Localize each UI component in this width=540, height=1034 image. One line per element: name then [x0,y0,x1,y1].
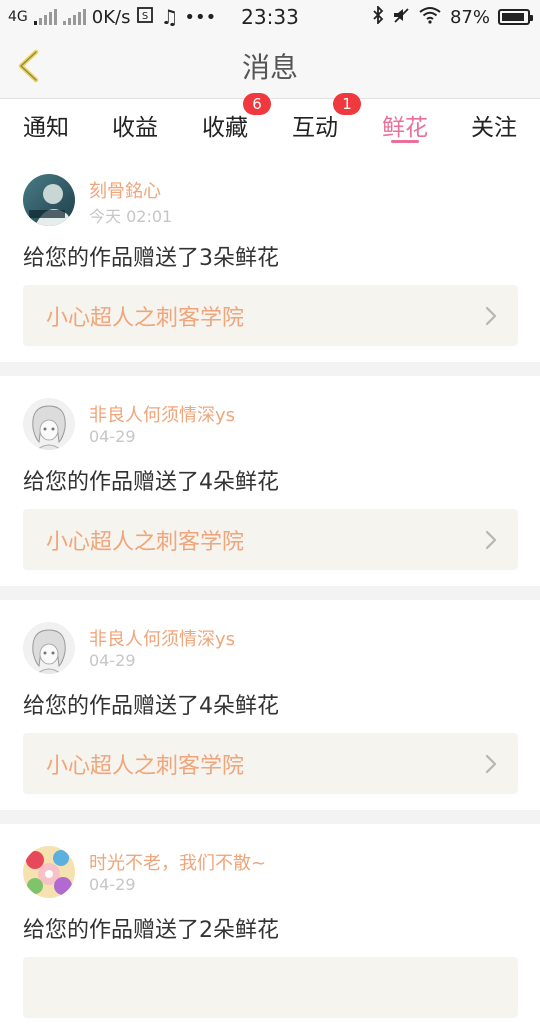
avatar-sketch-girl-icon [23,398,75,450]
tab-label: 收益 [112,115,158,141]
work-link[interactable]: 小心超人之刺客学院 [23,285,518,346]
divider [0,362,540,376]
avatar-colorful-icon [23,846,75,898]
message-time: 04-29 [89,875,136,894]
message-text: 给您的作品赠送了4朵鲜花 [23,470,279,495]
avatar-photo-icon [23,174,75,226]
work-title: 小心超人之刺客学院 [46,305,245,331]
interactions-count-badge: 1 [333,93,361,115]
wifi-icon [418,6,442,29]
list-item: 时光不老，我们不散~ 04-29 给您的作品赠送了2朵鲜花 [0,824,540,1034]
tab-flowers[interactable]: 鲜花 [365,99,445,151]
active-tab-indicator [391,140,419,143]
work-link[interactable] [23,957,518,1018]
work-title: 小心超人之刺客学院 [46,753,245,779]
message-text: 给您的作品赠送了4朵鲜花 [23,694,279,719]
favorites-count-badge: 6 [243,93,271,115]
list-item: 非良人何须情深ys 04-29 给您的作品赠送了4朵鲜花 小心超人之刺客学院 [0,600,540,810]
message-time: 今天 02:01 [89,207,173,226]
mute-icon [392,6,410,29]
avatar[interactable] [23,398,75,450]
status-right: 87% [372,0,533,34]
status-bar: 4G 0K/s S ♫ ••• 23:33 87% [0,0,540,34]
user-name[interactable]: 刻骨銘心 [89,177,161,203]
top-bar: 消息 [0,34,540,99]
bluetooth-icon [372,4,384,29]
work-link[interactable]: 小心超人之刺客学院 [23,509,518,570]
tab-favorites[interactable]: 收藏 6 [185,93,271,151]
avatar[interactable] [23,622,75,674]
message-text: 给您的作品赠送了2朵鲜花 [23,918,279,943]
battery-percent: 87% [449,6,490,28]
tab-label: 收藏 [202,115,248,141]
tab-following[interactable]: 关注 [454,99,534,151]
divider [0,810,540,824]
divider [0,586,540,600]
tab-label: 关注 [471,115,517,141]
tab-label: 鲜花 [382,115,428,141]
list-item: 刻骨銘心 今天 02:01 给您的作品赠送了3朵鲜花 小心超人之刺客学院 [0,152,540,362]
flower-message-list: 刻骨銘心 今天 02:01 给您的作品赠送了3朵鲜花 小心超人之刺客学院 非良人… [0,152,540,1034]
avatar-sketch-girl-icon [23,622,75,674]
user-name[interactable]: 非良人何须情深ys [89,401,235,427]
message-text: 给您的作品赠送了3朵鲜花 [23,246,279,271]
message-time: 04-29 [89,427,136,446]
list-item: 非良人何须情深ys 04-29 给您的作品赠送了4朵鲜花 小心超人之刺客学院 [0,376,540,586]
page-title: 消息 [241,51,298,84]
chevron-right-icon [485,754,497,774]
chevron-right-icon [485,530,497,550]
tab-bar: 通知 收益 收藏 6 互动 1 鲜花 关注 [0,93,540,151]
user-name[interactable]: 非良人何须情深ys [89,625,235,651]
tab-interactions[interactable]: 互动 1 [275,93,361,151]
avatar[interactable] [23,174,75,226]
work-title: 小心超人之刺客学院 [46,529,245,555]
work-link[interactable]: 小心超人之刺客学院 [23,733,518,794]
avatar[interactable] [23,846,75,898]
tab-label: 互动 [292,115,338,141]
tab-notifications[interactable]: 通知 [6,99,86,151]
tab-label: 通知 [23,115,69,141]
user-name[interactable]: 时光不老，我们不散~ [89,849,266,875]
battery-icon [498,9,533,25]
tab-earnings[interactable]: 收益 [95,99,175,151]
chevron-right-icon [485,306,497,326]
message-time: 04-29 [89,651,136,670]
